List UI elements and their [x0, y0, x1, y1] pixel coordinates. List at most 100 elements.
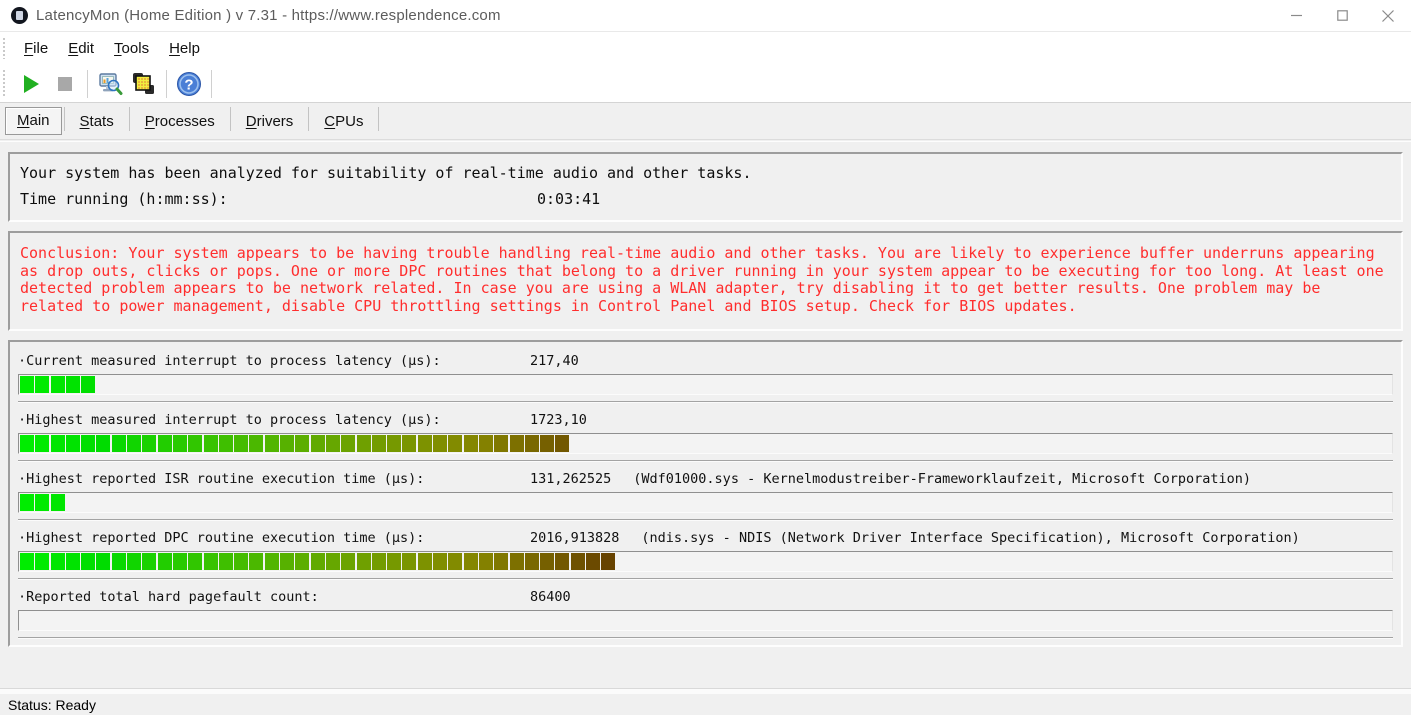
latency-bar-segment [310, 553, 325, 570]
latency-bar-segment [570, 553, 585, 570]
latency-bar-segment [188, 435, 203, 452]
close-button[interactable] [1365, 0, 1411, 31]
menu-item-help[interactable]: Help [159, 36, 210, 61]
latency-bar-segment [96, 553, 111, 570]
latency-bar-segment [35, 553, 50, 570]
conclusion-panel: Conclusion: Your system appears to be ha… [8, 231, 1403, 331]
layered-windows-button[interactable] [127, 69, 161, 99]
menu-bar: File Edit Tools Help [0, 32, 1411, 65]
latency-bar-segment [494, 553, 509, 570]
latency-bar-segment [478, 553, 493, 570]
tab-bar: Main Stats Processes Drivers CPUs [0, 103, 1411, 140]
latency-bar-segment [433, 553, 448, 570]
stop-monitor-button[interactable] [48, 69, 82, 99]
system-report-icon [99, 72, 123, 95]
tab-stats[interactable]: Stats [67, 107, 127, 137]
latency-bar-segment [356, 435, 371, 452]
latency-bar [18, 610, 1393, 631]
help-button[interactable]: ? [172, 69, 206, 99]
latency-bar [18, 433, 1393, 454]
latency-bar-segment [402, 435, 417, 452]
latency-bar-segment [264, 553, 279, 570]
latency-bar-segment [218, 435, 233, 452]
latency-bar-segment [96, 435, 111, 452]
latency-bar-segment [433, 435, 448, 452]
latency-bar-segment [20, 494, 34, 511]
tab-main[interactable]: Main [5, 107, 62, 135]
minimize-icon [1290, 14, 1302, 17]
analysis-panel: Your system has been analyzed for suitab… [8, 152, 1403, 222]
latency-bar-segment [20, 435, 34, 452]
maximize-button[interactable] [1319, 0, 1365, 31]
measurement-label: ·Highest measured interrupt to process l… [18, 412, 441, 428]
latency-bar-segment [50, 435, 65, 452]
latency-bar-segment [402, 553, 417, 570]
system-report-button[interactable] [93, 69, 127, 99]
latency-bar-segment [65, 435, 80, 452]
measurement-value: 1723,10 [530, 412, 587, 428]
latency-bar-segment [172, 435, 187, 452]
measurement-value: 217,40 [530, 353, 579, 369]
latency-bar-segment [387, 553, 402, 570]
measurement-row: ·Highest measured interrupt to process l… [10, 403, 1401, 462]
latency-bar-segment [509, 435, 524, 452]
measurement-row: ·Reported total hard pagefault count: 864… [10, 580, 1401, 639]
latency-bar-segment [65, 376, 80, 393]
latency-bar-segment [524, 553, 539, 570]
title-bar: LatencyMon (Home Edition ) v 7.31 - http… [0, 0, 1411, 32]
latency-bar-segment [20, 376, 34, 393]
latency-bar-segment [478, 435, 493, 452]
latency-bar-segment [341, 553, 356, 570]
latency-bar-segment [127, 435, 142, 452]
maximize-icon [1336, 10, 1348, 21]
latency-bar-segment [585, 553, 600, 570]
latency-bar-segment [203, 435, 218, 452]
latency-bar-segment [65, 553, 80, 570]
latency-bar-segment [234, 435, 249, 452]
start-monitor-button[interactable] [14, 69, 48, 99]
svg-text:?: ? [184, 76, 193, 93]
latency-bar-segment [280, 435, 295, 452]
row-separator [18, 637, 1393, 639]
latency-bar-segment [249, 553, 264, 570]
tab-separator [63, 107, 65, 131]
toolbar: ? [0, 65, 1411, 103]
latency-bar-segment [387, 435, 402, 452]
menu-item-file[interactable]: File [14, 36, 58, 61]
latency-bar-segment [463, 435, 478, 452]
latency-bar-segment [494, 435, 509, 452]
menu-item-tools[interactable]: Tools [104, 36, 159, 61]
latency-bar-segment [448, 553, 463, 570]
conclusion-text: Conclusion: Your system appears to be ha… [20, 244, 1384, 315]
tab-separator [229, 107, 231, 131]
measurement-value: 2016,913828 [530, 530, 620, 546]
latency-bar-segment [142, 553, 157, 570]
status-bar: Status: Ready [0, 694, 1411, 715]
tab-drivers[interactable]: Drivers [233, 107, 307, 137]
toolbar-separator [87, 69, 88, 98]
tab-processes[interactable]: Processes [132, 107, 228, 137]
latency-bar [18, 551, 1393, 572]
latency-bar-segment [264, 435, 279, 452]
measurement-label: ·Highest reported DPC routine execution … [18, 530, 425, 546]
latency-bar-segment [555, 553, 570, 570]
tab-cpus[interactable]: CPUs [311, 107, 376, 137]
latency-bar-segment [417, 553, 432, 570]
latency-bar-segment [20, 553, 34, 570]
latency-bar-segment [50, 553, 65, 570]
latency-bar-segment [157, 553, 172, 570]
window-controls [1273, 0, 1411, 31]
menu-item-edit[interactable]: Edit [58, 36, 104, 61]
latency-bar-segment [509, 553, 524, 570]
measurement-label: ·Current measured interrupt to process l… [18, 353, 441, 369]
latency-bar-segment [35, 435, 50, 452]
analysis-headline: Your system has been analyzed for suitab… [20, 164, 752, 182]
measurement-label: ·Highest reported ISR routine execution … [18, 471, 425, 487]
close-icon [1382, 9, 1394, 22]
time-running-value: 0:03:41 [537, 190, 601, 208]
latency-bar-segment [50, 376, 65, 393]
latency-bar-segment [81, 376, 96, 393]
minimize-button[interactable] [1273, 0, 1319, 31]
latency-bar-segment [157, 435, 172, 452]
latency-bar-segment [524, 435, 539, 452]
